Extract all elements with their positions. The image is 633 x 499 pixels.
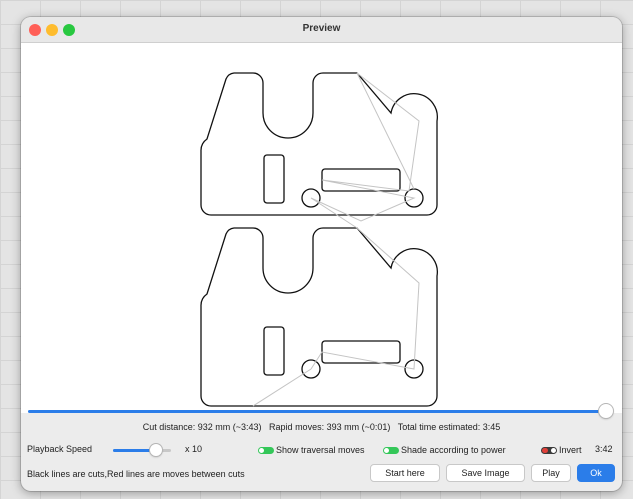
- invert-toggle[interactable]: Invert: [541, 442, 582, 458]
- speed-multiplier: x 10: [185, 444, 203, 454]
- playback-speed-slider[interactable]: [113, 449, 171, 452]
- progress-slider-thumb[interactable]: [599, 404, 613, 418]
- shade-power-label: Shade according to power: [401, 445, 506, 455]
- ok-button[interactable]: Ok: [577, 464, 615, 482]
- preview-window: Preview Cut distance: 932 mm (~3:43) Rap…: [21, 17, 622, 491]
- save-image-button[interactable]: Save Image: [446, 464, 525, 482]
- show-traversal-label: Show traversal moves: [276, 445, 365, 455]
- window-title: Preview: [302, 23, 341, 34]
- traversal-moves: [252, 72, 420, 407]
- footer-row: Black lines are cuts,Red lines are moves…: [21, 461, 622, 485]
- preview-canvas: [21, 43, 622, 413]
- progress-slider-track[interactable]: [28, 410, 610, 413]
- rapid-moves: Rapid moves: 393 mm (~0:01): [269, 422, 391, 432]
- show-traversal-toggle[interactable]: Show traversal moves: [258, 442, 365, 458]
- total-time: Total time estimated: 3:45: [397, 422, 501, 432]
- legend-hint: Black lines are cuts,Red lines are moves…: [27, 469, 245, 479]
- part-top: [200, 72, 438, 216]
- cut-distance: Cut distance: 932 mm (~3:43): [142, 422, 262, 432]
- toggle-switch-icon[interactable]: [541, 446, 557, 454]
- toggle-switch-icon[interactable]: [383, 446, 399, 454]
- start-here-button[interactable]: Start here: [370, 464, 440, 482]
- controls-row: Playback Speed x 10 Show traversal moves…: [21, 440, 622, 460]
- stats-line: Cut distance: 932 mm (~3:43) Rapid moves…: [21, 422, 622, 432]
- toggle-switch-icon[interactable]: [258, 446, 274, 454]
- time-readout: 3:42: [595, 444, 613, 454]
- playback-speed-label: Playback Speed: [27, 444, 93, 454]
- playback-speed-fill: [113, 449, 154, 452]
- part-bottom: [200, 227, 438, 407]
- invert-label: Invert: [559, 445, 582, 455]
- title-bar: Preview: [21, 17, 622, 43]
- play-button[interactable]: Play: [531, 464, 571, 482]
- shade-power-toggle[interactable]: Shade according to power: [383, 442, 506, 458]
- cut-path-drawing: [200, 72, 438, 407]
- playback-speed-thumb[interactable]: [150, 444, 162, 456]
